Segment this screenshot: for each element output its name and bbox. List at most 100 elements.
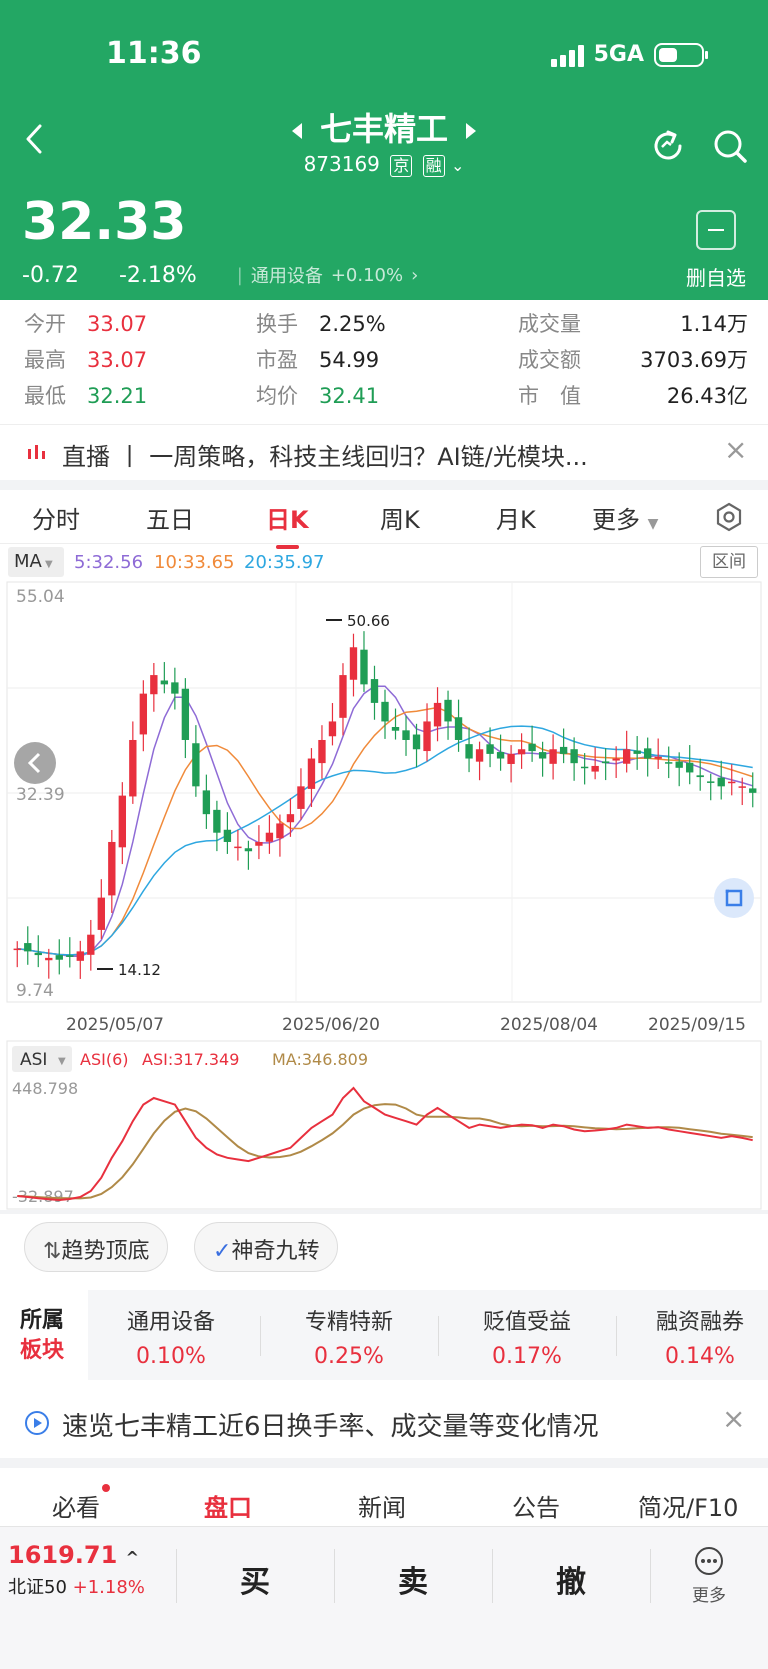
candle-body xyxy=(244,848,253,852)
candle-body xyxy=(223,829,232,842)
candle-body xyxy=(213,809,221,833)
candle-body xyxy=(129,739,137,797)
block-pct: 0.14% xyxy=(665,1344,735,1369)
candle-body xyxy=(601,761,610,764)
magic-nine-label: 神奇九转 xyxy=(231,1239,320,1264)
tab-intraday[interactable]: 分时 xyxy=(32,500,80,535)
sell-button[interactable]: 卖 xyxy=(398,1557,428,1601)
asi-chart[interactable]: ASI ▼ ASI(6) ASI:317.349 MA:346.809 448.… xyxy=(0,1040,768,1210)
prev-stock-icon[interactable] xyxy=(291,123,302,139)
block-item[interactable]: 贬值受益 0.17% xyxy=(452,1304,602,1369)
index-ticker[interactable]: 1619.71 ^ 北证50 +1.18% xyxy=(8,1541,145,1599)
candle-body xyxy=(76,951,84,961)
remove-watchlist-icon[interactable] xyxy=(696,210,736,250)
candle-body xyxy=(108,841,116,896)
status-time: 11:36 xyxy=(106,36,202,71)
candle-body xyxy=(528,743,536,752)
low-value: 32.21 xyxy=(87,384,148,408)
range-button[interactable]: 区间 xyxy=(700,546,758,578)
index-name: 北证50 xyxy=(8,1577,67,1598)
candle-body xyxy=(475,749,484,762)
magic-nine-button[interactable]: ✓神奇九转 xyxy=(194,1222,339,1272)
candle-body xyxy=(255,841,263,846)
ma20-line xyxy=(17,725,753,956)
trend-icon: ⇅ xyxy=(43,1239,62,1264)
block-item[interactable]: 通用设备 0.10% xyxy=(96,1304,246,1369)
asi-label[interactable]: ASI xyxy=(20,1050,47,1070)
y-mid-label: 32.39 xyxy=(16,785,65,805)
candle-body xyxy=(412,734,421,750)
live-banner[interactable]: 直播 丨 一周策略，科技主线回归？AI链/光模块... × xyxy=(0,424,768,480)
candle-body xyxy=(538,752,547,759)
block-pct: 0.10% xyxy=(136,1344,206,1369)
live-bars-icon xyxy=(28,445,45,459)
network-label: 5GA xyxy=(593,42,644,67)
status-icons: 5GA xyxy=(550,42,708,67)
tab-five-day[interactable]: 五日 xyxy=(146,500,194,535)
sector-link[interactable]: | 通用设备 +0.10% › xyxy=(237,262,419,288)
remove-watchlist-label[interactable]: 删自选 xyxy=(686,262,746,291)
block-name: 专精特新 xyxy=(304,1310,393,1335)
tab-order-book[interactable]: 盘口 xyxy=(204,1488,252,1523)
candle-body xyxy=(318,739,326,764)
divider xyxy=(438,1316,439,1356)
candle-body xyxy=(433,702,442,727)
low-label: 14.12 xyxy=(118,961,161,979)
turnover-value: 2.25% xyxy=(319,312,386,336)
candle-body xyxy=(402,730,410,740)
settings-icon[interactable] xyxy=(714,502,744,532)
amount-value: 3703.69万 xyxy=(640,348,748,372)
candle-body xyxy=(265,832,274,842)
block-item[interactable]: 融资融券 0.14% xyxy=(630,1304,768,1369)
tab-announcements[interactable]: 公告 xyxy=(512,1488,560,1523)
refresh-icon[interactable] xyxy=(650,128,686,164)
candle-body xyxy=(696,775,704,778)
high-label: 50.66 xyxy=(347,612,390,630)
cancel-order-button[interactable]: 撤 xyxy=(556,1557,586,1601)
tab-news[interactable]: 新闻 xyxy=(358,1488,406,1523)
candle-body xyxy=(171,682,179,694)
candlestick-chart[interactable]: 55.04 32.39 9.74 50.66 14.12 2025/05/07 … xyxy=(0,580,768,1040)
change-row: -0.72 -2.18% | 通用设备 +0.10% › xyxy=(22,262,418,288)
pe-label: 市盈 xyxy=(256,348,298,372)
volume-value: 1.14万 xyxy=(680,312,748,336)
sector-name: 通用设备 xyxy=(250,266,323,287)
tab-weekly-k[interactable]: 周K xyxy=(380,500,420,535)
ma-selector[interactable]: MA ▼ xyxy=(8,547,64,577)
margin-tag: 融 xyxy=(422,155,445,177)
fullscreen-icon[interactable] xyxy=(714,878,754,918)
asi6-label: ASI(6) xyxy=(80,1050,128,1069)
tab-monthly-k[interactable]: 月K xyxy=(496,500,536,535)
caret-down-icon: ▼ xyxy=(58,1056,66,1067)
trend-button[interactable]: ⇅趋势顶底 xyxy=(24,1222,169,1272)
scroll-left-icon[interactable] xyxy=(14,742,56,784)
more-button[interactable]: 更多 xyxy=(692,1545,726,1606)
stock-code: 873169 xyxy=(303,152,380,176)
block-name: 融资融券 xyxy=(655,1310,744,1335)
close-icon[interactable]: × xyxy=(724,433,747,466)
close-icon[interactable]: × xyxy=(722,1402,745,1435)
price-change: -0.72 xyxy=(22,262,79,288)
date-label-3: 2025/08/04 xyxy=(500,1015,598,1035)
candle-body xyxy=(517,749,526,755)
tab-must-see[interactable]: 必看 xyxy=(52,1484,110,1523)
buy-button[interactable]: 买 xyxy=(240,1557,270,1601)
stock-header: 11:36 5GA 七丰精工 873169 京 融 ⌄ 32.33 -0.72 … xyxy=(0,0,768,300)
candle-body xyxy=(423,721,431,752)
tab-f10[interactable]: 简况/F10 xyxy=(638,1488,738,1523)
search-icon[interactable] xyxy=(712,128,748,164)
tab-daily-k[interactable]: 日K xyxy=(266,500,309,549)
chart-tabs: 分时 五日 日K 周K 月K 更多 ▼ xyxy=(0,490,768,549)
candle-body xyxy=(339,675,347,718)
candle-body xyxy=(234,846,242,849)
candle-body xyxy=(465,744,473,759)
tab-more[interactable]: 更多 ▼ xyxy=(592,500,658,535)
block-item[interactable]: 专精特新 0.25% xyxy=(274,1304,424,1369)
candle-body xyxy=(707,781,715,783)
candle-body xyxy=(454,717,463,740)
next-stock-icon[interactable] xyxy=(466,123,476,139)
candle-body xyxy=(118,795,127,848)
avg-value: 32.41 xyxy=(319,384,380,408)
date-label-1: 2025/05/07 xyxy=(66,1015,164,1035)
candle-body xyxy=(360,649,368,685)
